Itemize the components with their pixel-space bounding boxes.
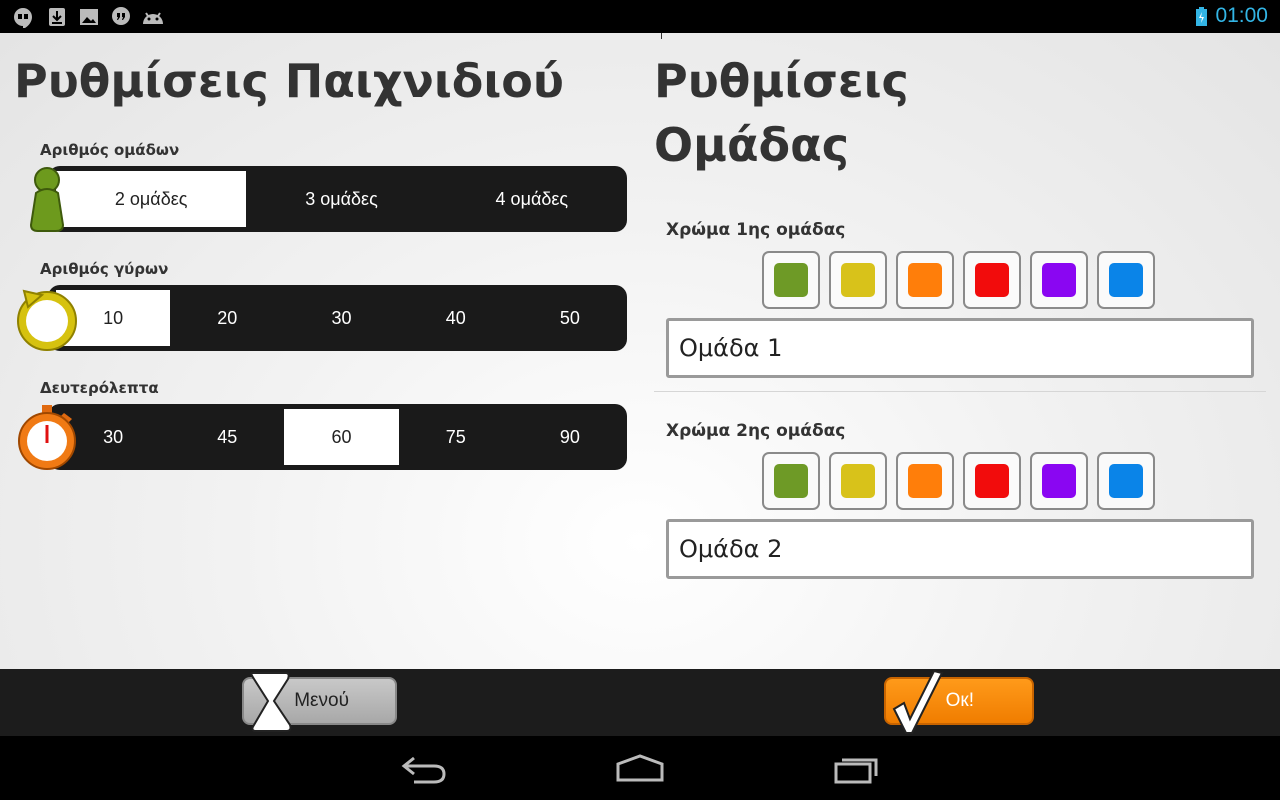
teams-count-selector: 2 ομάδες 3 ομάδες 4 ομάδες: [48, 166, 627, 232]
team2-color-label: Χρώμα 2ης ομάδας: [666, 421, 846, 441]
team1-color-label: Χρώμα 1ης ομάδας: [666, 220, 846, 240]
teams-option-4[interactable]: 4 ομάδες: [437, 171, 627, 227]
hourglass-icon: [250, 672, 292, 732]
android-icon: [143, 12, 163, 24]
seconds-option-60[interactable]: 60: [284, 409, 399, 465]
panel-divider: [661, 33, 662, 39]
seconds-selector: 30 45 60 75 90: [48, 404, 627, 470]
cycle-icon: [17, 289, 77, 351]
team1-color-blue[interactable]: [1097, 251, 1155, 309]
status-time: 01:00: [1215, 4, 1268, 27]
team-settings-title: Ρυθμίσεις Ομάδας: [654, 54, 909, 172]
ok-button-label: Ок!: [945, 690, 974, 711]
image-icon: [80, 9, 98, 25]
team2-color-green[interactable]: [762, 452, 820, 510]
menu-button-label: Μενού: [294, 690, 349, 711]
navigation-bar: [0, 736, 1280, 800]
download-icon: [49, 8, 65, 26]
team2-color-picker: [762, 452, 1155, 510]
rounds-count-label: Αριθμός γύρων: [40, 260, 169, 278]
rounds-count-selector: 10 20 30 40 50: [48, 285, 627, 351]
quote-icon: [112, 7, 130, 25]
action-bar: Μενού Ок!: [0, 669, 1280, 736]
rounds-option-20[interactable]: 20: [170, 290, 284, 346]
team1-color-orange[interactable]: [896, 251, 954, 309]
team-separator: [654, 391, 1266, 392]
team1-color-green[interactable]: [762, 251, 820, 309]
game-settings-title: Ρυθμίσεις Παιχνιδιού: [14, 54, 564, 108]
seconds-label: Δευτερόλεπτα: [40, 379, 159, 397]
team1-color-picker: [762, 251, 1155, 309]
team2-color-yellow[interactable]: [829, 452, 887, 510]
seconds-option-45[interactable]: 45: [170, 409, 284, 465]
stopwatch-icon: [18, 405, 76, 470]
team2-color-purple[interactable]: [1030, 452, 1088, 510]
team1-color-red[interactable]: [963, 251, 1021, 309]
recents-icon[interactable]: [832, 754, 884, 784]
team1-color-purple[interactable]: [1030, 251, 1088, 309]
teams-count-label: Αριθμός ομάδων: [40, 141, 180, 159]
team2-color-orange[interactable]: [896, 452, 954, 510]
team2-color-red[interactable]: [963, 452, 1021, 510]
team1-color-yellow[interactable]: [829, 251, 887, 309]
player-pawn-icon: [29, 167, 65, 232]
seconds-option-90[interactable]: 90: [513, 409, 627, 465]
hangouts-icon: [14, 8, 32, 28]
team2-color-blue[interactable]: [1097, 452, 1155, 510]
rounds-option-30[interactable]: 30: [284, 290, 398, 346]
teams-option-3[interactable]: 3 ομάδες: [246, 171, 436, 227]
status-bar: 01:00: [0, 0, 1280, 33]
back-icon[interactable]: [400, 754, 448, 784]
home-icon[interactable]: [614, 754, 666, 784]
rounds-option-50[interactable]: 50: [513, 290, 627, 346]
settings-screen: Ρυθμίσεις Παιχνιδιού Αριθμός ομάδων 2 ομ…: [0, 33, 1280, 669]
battery-icon: [1196, 7, 1207, 26]
team1-name-input[interactable]: [666, 318, 1254, 378]
team2-name-input[interactable]: [666, 519, 1254, 579]
teams-option-2[interactable]: 2 ομάδες: [56, 171, 247, 227]
rounds-option-40[interactable]: 40: [399, 290, 513, 346]
checkmark-icon: [892, 669, 944, 734]
seconds-option-75[interactable]: 75: [399, 409, 513, 465]
